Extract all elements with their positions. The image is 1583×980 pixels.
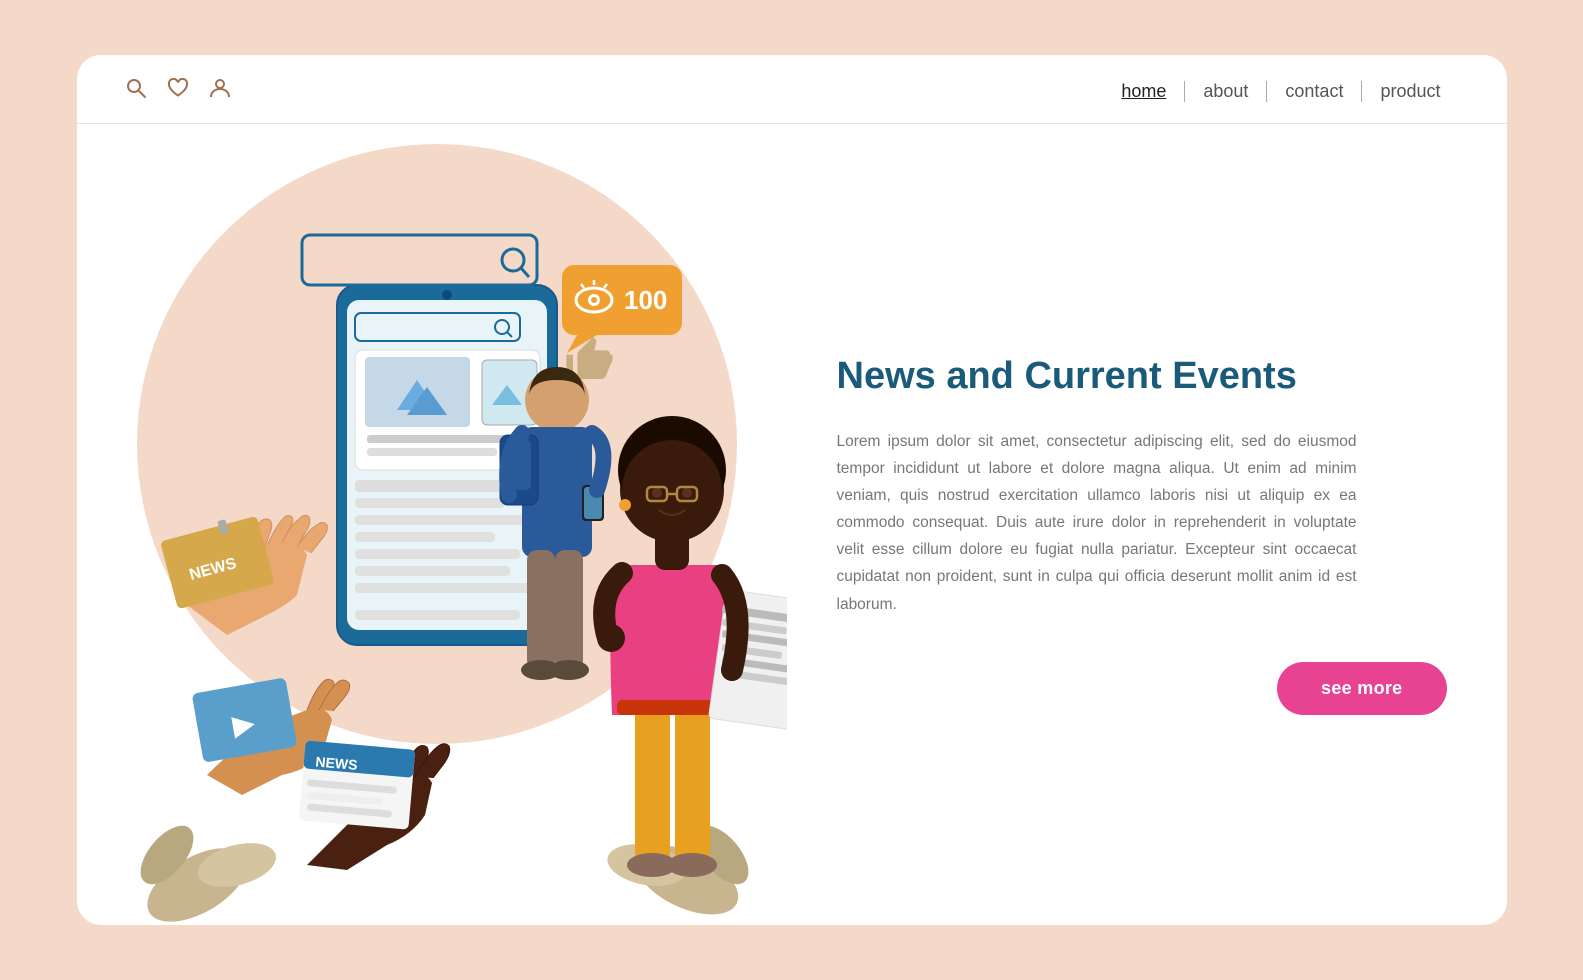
page-card: home about contact product: [77, 55, 1507, 925]
header-icons: [125, 77, 231, 105]
illustration: 100 NEWS: [107, 165, 787, 925]
header: home about contact product: [77, 55, 1507, 124]
see-more-button[interactable]: see more: [1277, 662, 1446, 715]
svg-text:100: 100: [624, 285, 667, 315]
nav-about[interactable]: about: [1185, 81, 1267, 102]
search-icon[interactable]: [125, 77, 147, 105]
nav-links: home about contact product: [1103, 81, 1458, 102]
user-icon[interactable]: [209, 77, 231, 105]
nav-contact[interactable]: contact: [1267, 81, 1362, 102]
illustration-area: 100 NEWS: [77, 124, 797, 925]
nav-product[interactable]: product: [1362, 81, 1458, 102]
page-title: News and Current Events: [837, 354, 1447, 400]
nav-home[interactable]: home: [1103, 81, 1185, 102]
page-description: Lorem ipsum dolor sit amet, consectetur …: [837, 428, 1357, 618]
main-content: 100 NEWS: [77, 124, 1507, 925]
heart-icon[interactable]: [167, 78, 189, 104]
right-content: News and Current Events Lorem ipsum dolo…: [797, 124, 1507, 925]
